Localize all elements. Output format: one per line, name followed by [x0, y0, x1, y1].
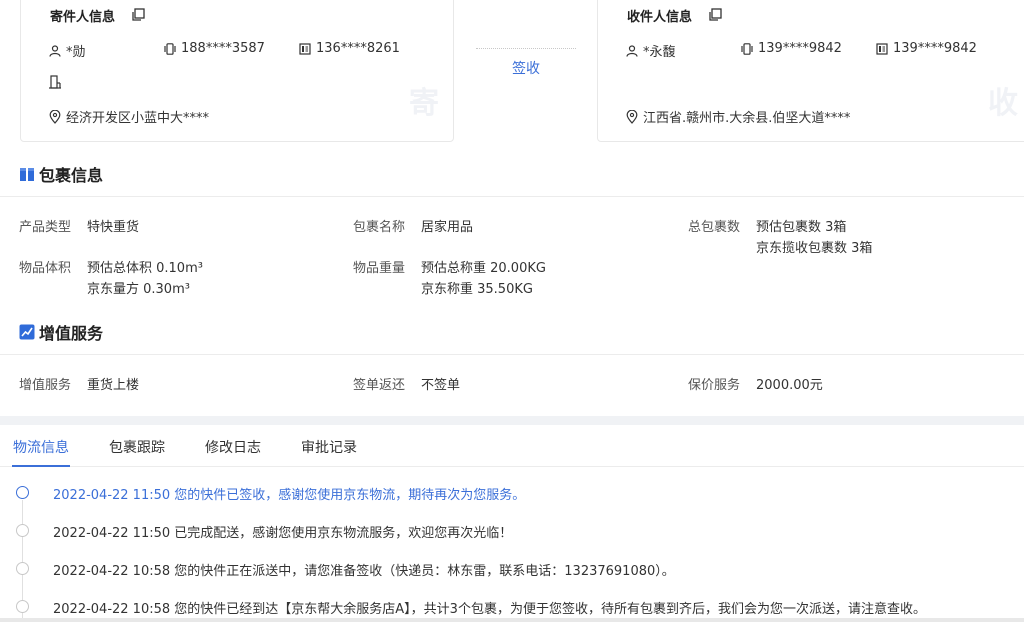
total-count-line1: 预估包裹数 3箱 — [756, 220, 847, 235]
package-section-title: 包裹信息 — [19, 162, 103, 186]
receiver-mobile: 139****9842 — [758, 41, 842, 56]
sender-address-row: 经济开发区小蓝中大**** — [49, 107, 209, 126]
location-pin-icon — [626, 109, 638, 124]
sign-return-value: 不签单 — [421, 378, 461, 393]
mobile-icon — [164, 42, 176, 55]
receiver-address-row: 江西省.赣州市.大余县.伯坚大道**** — [626, 107, 850, 126]
logistics-tabs: 物流信息 包裹跟踪 修改日志 审批记录 — [0, 425, 1024, 467]
horizontal-scrollbar[interactable] — [0, 618, 1024, 622]
sender-title: 寄件人信息 — [50, 10, 116, 25]
package-name-value: 居家用品 — [421, 220, 474, 235]
sender-mobile: 188****3587 — [181, 41, 265, 56]
receiver-address: 江西省.赣州市.大余县.伯坚大道**** — [643, 111, 851, 126]
user-icon — [49, 44, 61, 57]
value-added-section-title: 增值服务 — [19, 320, 103, 344]
sign-return-label: 签单返还 — [353, 378, 406, 393]
sender-watermark: 寄 — [409, 86, 439, 121]
weight-line1: 预估总称重 20.00KG — [421, 261, 546, 276]
telephone-icon — [299, 42, 311, 55]
sender-phone: 136****8261 — [316, 41, 400, 56]
product-type-label: 产品类型 — [19, 220, 72, 235]
sender-mobile-row: 188****3587 — [164, 41, 265, 56]
receiver-card: 收件人信息 *永馥 139****9842 139****9842 江西省.赣州… — [597, 0, 1024, 142]
trend-chart-icon — [19, 324, 35, 340]
total-count-label: 总包裹数 — [688, 220, 741, 235]
insured-label: 保价服务 — [688, 378, 741, 393]
telephone-icon — [876, 42, 888, 55]
timeline-item: 2022-04-22 11:50 您的快件已签收，感谢您使用京东物流，期待再次为… — [53, 488, 526, 503]
receiver-title: 收件人信息 — [627, 10, 693, 25]
volume-label: 物品体积 — [19, 261, 72, 276]
tab-package-tracking[interactable]: 包裹跟踪 — [109, 437, 165, 457]
volume-line1: 预估总体积 0.10m³ — [87, 261, 203, 276]
tab-change-log[interactable]: 修改日志 — [205, 437, 261, 457]
sender-name-row: *勋 — [49, 41, 86, 60]
receiver-mobile-row: 139****9842 — [741, 41, 842, 56]
total-count-line2: 京东揽收包裹数 3箱 — [756, 241, 873, 256]
timeline-item: 2022-04-22 11:50 已完成配送，感谢您使用京东物流服务，欢迎您再次… — [53, 526, 513, 541]
sender-address: 经济开发区小蓝中大**** — [66, 111, 210, 126]
sender-phone-row: 136****8261 — [299, 41, 400, 56]
sender-card: 寄件人信息 *勋 188****3587 136****8261 经济开发区小蓝… — [20, 0, 454, 142]
tab-approval-records[interactable]: 审批记录 — [301, 437, 357, 457]
dotted-arrow-line — [476, 48, 576, 49]
mobile-icon — [741, 42, 753, 55]
weight-line2: 京东称重 35.50KG — [421, 282, 533, 297]
service-value: 重货上楼 — [87, 378, 140, 393]
receiver-watermark: 收 — [988, 86, 1018, 121]
copy-icon[interactable] — [708, 8, 722, 22]
section-divider — [0, 354, 1024, 355]
timeline-item: 2022-04-22 10:58 您的快件正在派送中，请您准备签收（快递员：林东… — [53, 564, 675, 579]
sender-company-row — [49, 75, 66, 89]
product-type-value: 特快重货 — [87, 220, 140, 235]
package-name-label: 包裹名称 — [353, 220, 406, 235]
receiver-phone: 139****9842 — [893, 41, 977, 56]
timeline-dot-current — [16, 486, 29, 499]
tab-active-underline — [12, 465, 70, 467]
section-divider — [0, 196, 1024, 197]
service-label: 增值服务 — [19, 378, 72, 393]
receiver-name-row: *永馥 — [626, 41, 676, 60]
receiver-phone-row: 139****9842 — [876, 41, 977, 56]
sign-status: 签收 — [512, 61, 540, 77]
sign-connector: 签收 — [470, 40, 582, 77]
timeline-dot — [16, 562, 29, 575]
insured-value: 2000.00元 — [756, 378, 823, 393]
value-added-section-title-text: 增值服务 — [39, 324, 104, 343]
user-icon — [626, 44, 638, 57]
location-pin-icon — [49, 109, 61, 124]
package-icon — [20, 168, 34, 181]
receiver-name: *永馥 — [643, 45, 676, 60]
timeline-dot — [16, 524, 29, 537]
weight-label: 物品重量 — [353, 261, 406, 276]
volume-line2: 京东量方 0.30m³ — [87, 282, 190, 297]
tab-logistics-info[interactable]: 物流信息 — [13, 437, 69, 457]
package-section-title-text: 包裹信息 — [39, 166, 104, 185]
copy-icon[interactable] — [131, 8, 145, 22]
timeline-item: 2022-04-22 10:58 您的快件已经到达【京东帮大余服务店A】，共计3… — [53, 602, 926, 617]
sender-name: *勋 — [66, 45, 86, 60]
timeline-dot — [16, 600, 29, 613]
building-icon — [49, 75, 61, 89]
section-separator — [0, 416, 1024, 425]
